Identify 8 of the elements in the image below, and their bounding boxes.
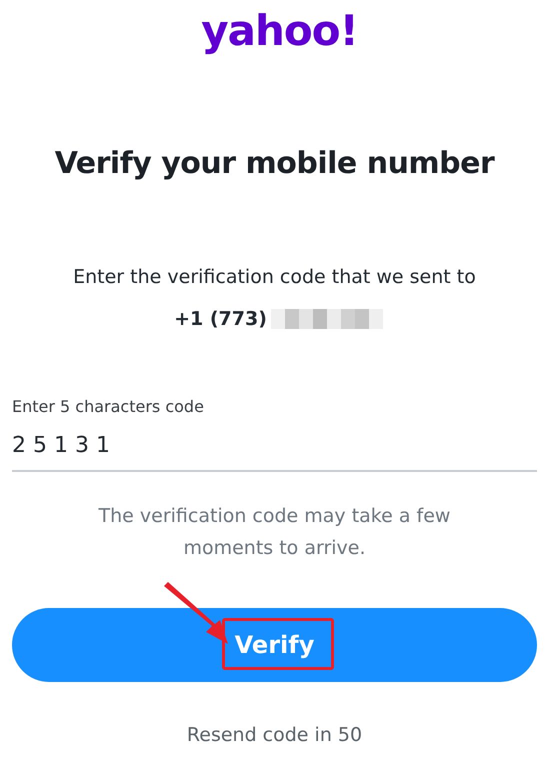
page-title: Verify your mobile number bbox=[54, 145, 494, 183]
code-input-field[interactable]: 2 5 1 3 1 bbox=[12, 430, 537, 472]
field-label: Enter 5 characters code bbox=[12, 396, 205, 418]
resend-countdown: Resend code in 50 bbox=[186, 723, 362, 748]
phone-number: +1 (773) bbox=[174, 307, 267, 332]
hint-text: The verification code may take a few moments to arrive. bbox=[98, 504, 452, 561]
yahoo-logo: yahoo! bbox=[201, 5, 358, 57]
instruction-text: Enter the verification code that we sent to bbox=[73, 265, 476, 290]
